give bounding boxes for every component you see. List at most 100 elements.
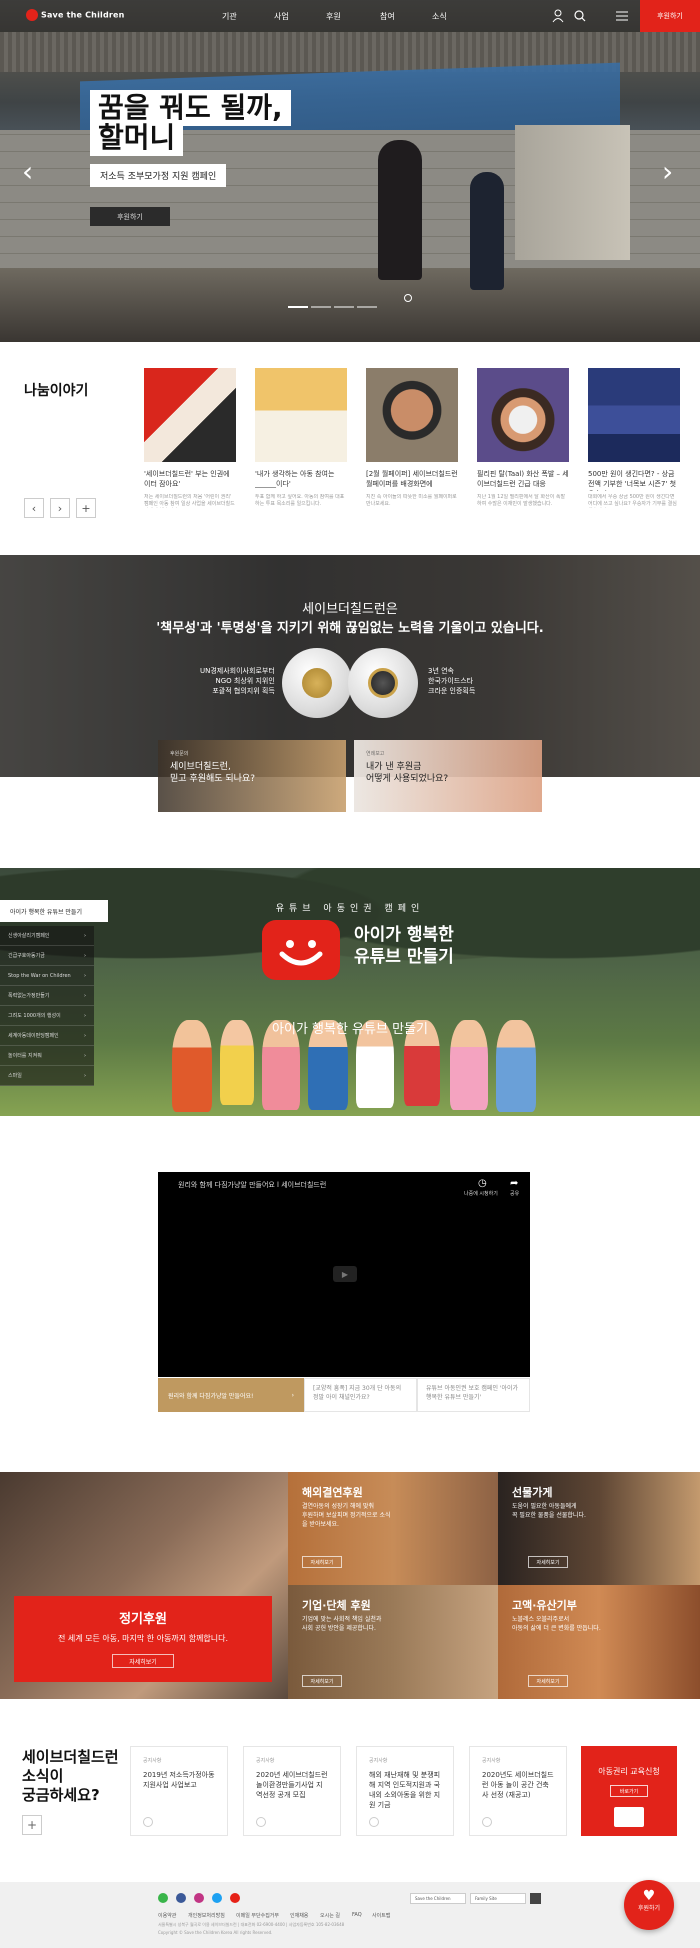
footer-link[interactable]: 개인정보처리방침: [188, 1912, 225, 1919]
campaign-menu-item[interactable]: 스마일 ›: [0, 1066, 94, 1086]
trust-right-line: 크라운 인증획득: [428, 687, 476, 695]
smile-logo-icon: [262, 920, 340, 980]
slider-dot[interactable]: [311, 305, 331, 308]
chevron-right-icon[interactable]: ›: [662, 158, 673, 186]
overseas-sponsor-tile[interactable]: 해외결연후원 결연아동의 성장기 해에 맞춰 후원하며 보살피며 정기적으로 소식…: [288, 1472, 498, 1585]
story-card[interactable]: 필리핀 탈(Taal) 화산 폭발 – 세이브더칠드런 긴급 대응 지난 1월 …: [477, 368, 569, 508]
clock-icon[interactable]: ◷: [478, 1178, 487, 1189]
regular-donation-box[interactable]: 정기후원 전 세계 모든 아동, 마지막 한 아동까지 함께합니다. 자세히보기: [14, 1596, 272, 1682]
stories-prev-button[interactable]: ‹: [24, 498, 44, 518]
pause-icon[interactable]: [404, 294, 412, 302]
go-button[interactable]: [530, 1893, 541, 1904]
stories-more-button[interactable]: +: [76, 498, 96, 518]
story-desc: 대회에서 우승 상금 500만 원이 생긴다면 어디에 쓰고 싶나요? 우승자가…: [588, 494, 677, 507]
nav-item[interactable]: 기관: [222, 11, 237, 22]
story-card[interactable]: '세이브더칠드런' 부는 인권에이터 잠아요' 저는 세이브더칠드런의 처음 '…: [144, 368, 236, 508]
site-select[interactable]: Save the Children: [410, 1893, 466, 1904]
news-more-button[interactable]: +: [22, 1815, 42, 1835]
chevron-right-icon: ›: [84, 972, 86, 979]
campaign-menu-item[interactable]: 폭력없는가정만들기 ›: [0, 986, 94, 1006]
tile-more-button[interactable]: 자세히보기: [528, 1675, 568, 1687]
footer-link[interactable]: 이메일 무단수집거부: [236, 1912, 279, 1919]
video-tab[interactable]: 유튜브 아동인권 보호 캠페인 '아이가 행복한 유튜브 만들기': [417, 1378, 530, 1412]
donate-button[interactable]: 후원하기: [640, 0, 700, 32]
facebook-icon[interactable]: [176, 1893, 186, 1903]
chevron-left-icon[interactable]: ‹: [22, 158, 33, 186]
footer-link[interactable]: 인재채용: [290, 1912, 308, 1919]
news-card[interactable]: 공지사항 해외 재난재해 및 분쟁피해 지역 인도적지원과 국내외 소외아동을 위…: [356, 1746, 454, 1836]
story-caption: 필리핀 탈(Taal) 화산 폭발 – 세이브더칠드런 긴급 대응: [477, 470, 569, 488]
tile-title: 기업·단체 후원: [302, 1599, 371, 1612]
campaign-menu-item[interactable]: 놀이터를 지켜줘 ›: [0, 1046, 94, 1066]
tile-more-button[interactable]: 자세히보기: [302, 1675, 342, 1687]
nav-item[interactable]: 후원: [326, 11, 341, 22]
footer-link[interactable]: 오시는 길: [320, 1912, 340, 1919]
news-title: 세이브더칠드런 소식이 궁금하세요?: [22, 1748, 119, 1804]
arrow-circle-icon: [369, 1817, 379, 1827]
trust-right-line: 3년 연속: [428, 667, 454, 675]
floating-donate-button[interactable]: ♥ 후원하기: [624, 1880, 674, 1930]
story-card[interactable]: [2월 월페이퍼] 세이브더칠드런 월페이퍼를 배경화면에 지진 속 아이들의 …: [366, 368, 458, 508]
edu-button[interactable]: 바로가기: [610, 1785, 648, 1797]
trust-right-line: 한국가이드스타: [428, 677, 474, 685]
footer-link[interactable]: 사이트맵: [372, 1912, 390, 1919]
footer-link[interactable]: FAQ: [352, 1912, 362, 1918]
slider-dot[interactable]: [288, 305, 308, 308]
instagram-icon[interactable]: [194, 1893, 204, 1903]
slider-dot[interactable]: [334, 305, 354, 308]
gift-shop-tile[interactable]: 선물가게 도움이 필요한 아동들에게 꼭 필요한 물품을 선물합니다. 자세히보기: [498, 1472, 700, 1585]
nav-item[interactable]: 소식: [432, 11, 447, 22]
story-desc: 지진 속 아이들의 따뜻한 미소를 월페이퍼로 만나보세요.: [366, 494, 457, 507]
video-tab-active[interactable]: 원리와 함께 다짐가냥알 만들어요! ›: [158, 1378, 304, 1412]
story-image: [477, 368, 569, 462]
story-card[interactable]: 500만 원이 생긴다면? - 상금 전액 기부한 '너목보 시즌7' 첫 우승…: [588, 368, 680, 508]
user-icon[interactable]: [552, 9, 564, 23]
tile-more-button[interactable]: 자세히보기: [302, 1556, 342, 1568]
tile-more-button[interactable]: 자세히보기: [528, 1556, 568, 1568]
legacy-donation-tile[interactable]: 고액·유산기부 노블레스 오블리주로서 아동의 삶에 더 큰 변화를 만듭니다. …: [498, 1585, 700, 1699]
campaign-menu-item[interactable]: Stop the War on Children ›: [0, 966, 94, 986]
slider-pagination: [288, 296, 408, 308]
news-card[interactable]: 공지사항 2020년 세이브더칠드런 놀이환경만들기사업 지역선정 공개 모집: [243, 1746, 341, 1836]
news-kicker: 공지사항: [143, 1758, 162, 1764]
campaign-menu-item[interactable]: 신생아살리기캠페인 ›: [0, 926, 94, 946]
child-rights-education-box[interactable]: 아동권리 교육신청 바로가기: [581, 1746, 677, 1836]
trust-card-faq[interactable]: 후원문의 세이브더칠드런, 믿고 후원해도 되나요?: [158, 740, 346, 812]
video-tab[interactable]: [교양적 흥폭] 지금 30개 단 아동의 정말 아이 채널인가요?: [304, 1378, 417, 1412]
slider-dot[interactable]: [357, 305, 377, 308]
campaign-menu-item[interactable]: 긴급구호아동기금 ›: [0, 946, 94, 966]
guidestar-badge-icon: [348, 648, 418, 718]
story-card[interactable]: '내가 생각하는 아동 참여는 ______이다' 투표 함께 하고 싶어요. …: [255, 368, 347, 508]
search-icon[interactable]: [574, 10, 586, 22]
footer-link[interactable]: 이용약관: [158, 1912, 176, 1919]
logo[interactable]: Save the Children: [26, 9, 125, 21]
news-card[interactable]: 공지사항 2019년 저소득가정아동지원사업 사업보고: [130, 1746, 228, 1836]
nav-item[interactable]: 참여: [380, 11, 395, 22]
family-site-select[interactable]: Family Site: [470, 1893, 526, 1904]
youtube-icon[interactable]: [230, 1893, 240, 1903]
trust-card-report[interactable]: 연례보고 내가 낸 후원금 어떻게 사용되었나요?: [354, 740, 542, 812]
regular-more-button[interactable]: 자세히보기: [112, 1654, 174, 1668]
play-icon[interactable]: ▶: [333, 1266, 357, 1282]
trust-card-kicker: 연례보고: [366, 751, 385, 757]
news-card-title: 2020년 세이브더칠드런 놀이환경만들기사업 지역선정 공개 모집: [256, 1771, 328, 1799]
nav-item[interactable]: 사업: [274, 11, 289, 22]
stories-next-button[interactable]: ›: [50, 498, 70, 518]
story-caption: 500만 원이 생긴다면? - 상금 전액 기부한 '너목보 시즌7' 첫 우승…: [588, 470, 677, 491]
news-card[interactable]: 공지사항 2020년도 세이브더칠드런 아동 놀이 공간 건축사 선정 (재공고): [469, 1746, 567, 1836]
hero-image-child: [470, 172, 504, 290]
campaign-kicker: 유튜브 아동인권 캠페인: [275, 904, 425, 914]
twitter-icon[interactable]: [212, 1893, 222, 1903]
story-image: [255, 368, 347, 462]
chevron-right-icon: ›: [84, 992, 86, 999]
corporate-donation-tile[interactable]: 기업·단체 후원 기업에 맞는 사회적 책임 실천과 사회 공헌 방안을 제공합니…: [288, 1585, 498, 1699]
campaign-subtitle: 아이가 행복한 유튜브 만들기: [272, 1022, 428, 1037]
tile-title: 해외결연후원: [302, 1486, 363, 1499]
regular-desc: 전 세계 모든 아동, 마지막 한 아동까지 함께합니다.: [57, 1634, 229, 1643]
kakao-icon[interactable]: [158, 1893, 168, 1903]
campaign-image-trees: [0, 868, 700, 1018]
heart-icon: ♥: [642, 1888, 656, 1904]
menu-icon[interactable]: [616, 11, 628, 21]
hero-donate-button[interactable]: 후원하기: [90, 207, 170, 226]
share-icon[interactable]: ➦: [510, 1178, 518, 1189]
